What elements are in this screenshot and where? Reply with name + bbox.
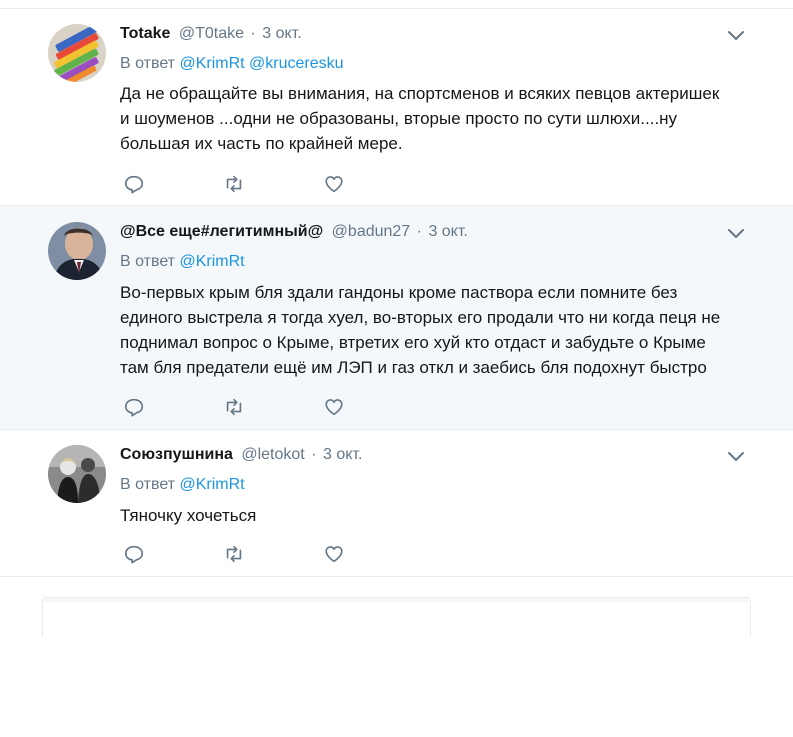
tweet-text: Тяночку хочеться	[120, 503, 750, 528]
display-name[interactable]: Totake	[120, 25, 170, 42]
retweet-icon[interactable]	[222, 395, 246, 419]
reply-icon[interactable]	[122, 542, 146, 566]
reply-prefix: В ответ	[120, 55, 176, 72]
heart-icon[interactable]	[322, 542, 346, 566]
tweet-text-line: Во-первых крым бля здали гандоны кроме п…	[120, 283, 678, 302]
tweet-header: Союзпушнина @letokot · 3 окт.	[120, 444, 362, 466]
separator-dot: ·	[250, 25, 256, 42]
tweet-text-line: Тяночку хочеться	[120, 506, 257, 525]
reply-icon[interactable]	[122, 395, 146, 419]
separator-dot: ·	[416, 223, 422, 240]
user-handle[interactable]: @badun27	[332, 223, 411, 240]
tweet-date[interactable]: 3 окт.	[262, 25, 301, 42]
tweet-date[interactable]: 3 окт.	[323, 446, 362, 463]
reply-context: В ответ @KrimRt	[120, 251, 245, 273]
reply-icon[interactable]	[122, 172, 146, 196]
display-name[interactable]: Союзпушнина	[120, 446, 233, 463]
reply-compose-box[interactable]	[42, 597, 751, 637]
tweet-text-line: поднимал вопрос о Крыме, втретих его хуй…	[120, 333, 706, 352]
chevron-down-icon[interactable]	[726, 224, 746, 244]
man-portrait-avatar[interactable]	[48, 222, 106, 280]
tweet-actions	[120, 172, 380, 196]
retweet-icon[interactable]	[222, 542, 246, 566]
mention-link[interactable]: @KrimRt	[179, 55, 244, 72]
mention-link[interactable]: @kruceresku	[249, 55, 344, 72]
chevron-down-icon[interactable]	[726, 26, 746, 46]
tweet[interactable]: Союзпушнина @letokot · 3 окт. В ответ @K…	[0, 430, 793, 577]
tweet-header: Totake @T0take · 3 окт.	[120, 23, 302, 45]
bw-photo-avatar[interactable]	[48, 445, 106, 503]
tweet-date[interactable]: 3 окт.	[428, 223, 467, 240]
tweet-text-line: единого выстрела я тогда хуел, во-вторых…	[120, 308, 721, 327]
tweet[interactable]: @Все еще#легитимный@ @badun27 · 3 окт. В…	[0, 206, 793, 430]
tweet-text: Да не обращайте вы внимания, на спортсме…	[120, 81, 750, 156]
tweet-text-line: там бля предатели ещё им ЛЭП и газ откл …	[120, 358, 707, 377]
tweet[interactable]: Totake @T0take · 3 окт. В ответ @KrimRt …	[0, 9, 793, 206]
retweet-icon[interactable]	[222, 172, 246, 196]
reply-context: В ответ @KrimRt @kruceresku	[120, 53, 344, 75]
tweet-text-line: и шоуменов ...одни не образованы, вторые…	[120, 109, 678, 128]
tweet-text-line: большая их часть по крайней мере.	[120, 134, 403, 153]
colored-pencils-avatar[interactable]	[48, 24, 106, 82]
display-name[interactable]: @Все еще#легитимный@	[120, 223, 323, 240]
tweet-text-line: Да не обращайте вы внимания, на спортсме…	[120, 84, 720, 103]
chevron-down-icon[interactable]	[726, 447, 746, 467]
tweet-actions	[120, 395, 380, 419]
reply-prefix: В ответ	[120, 476, 176, 493]
mention-link[interactable]: @KrimRt	[179, 476, 244, 493]
tweet-actions	[120, 542, 380, 566]
separator-dot: ·	[311, 446, 317, 463]
tweet-text: Во-первых крым бля здали гандоны кроме п…	[120, 280, 750, 380]
tweet-header: @Все еще#легитимный@ @badun27 · 3 окт.	[120, 221, 468, 243]
user-handle[interactable]: @T0take	[179, 25, 244, 42]
reply-context: В ответ @KrimRt	[120, 474, 245, 496]
user-handle[interactable]: @letokot	[241, 446, 304, 463]
heart-icon[interactable]	[322, 172, 346, 196]
mention-link[interactable]: @KrimRt	[179, 253, 244, 270]
heart-icon[interactable]	[322, 395, 346, 419]
reply-prefix: В ответ	[120, 253, 176, 270]
